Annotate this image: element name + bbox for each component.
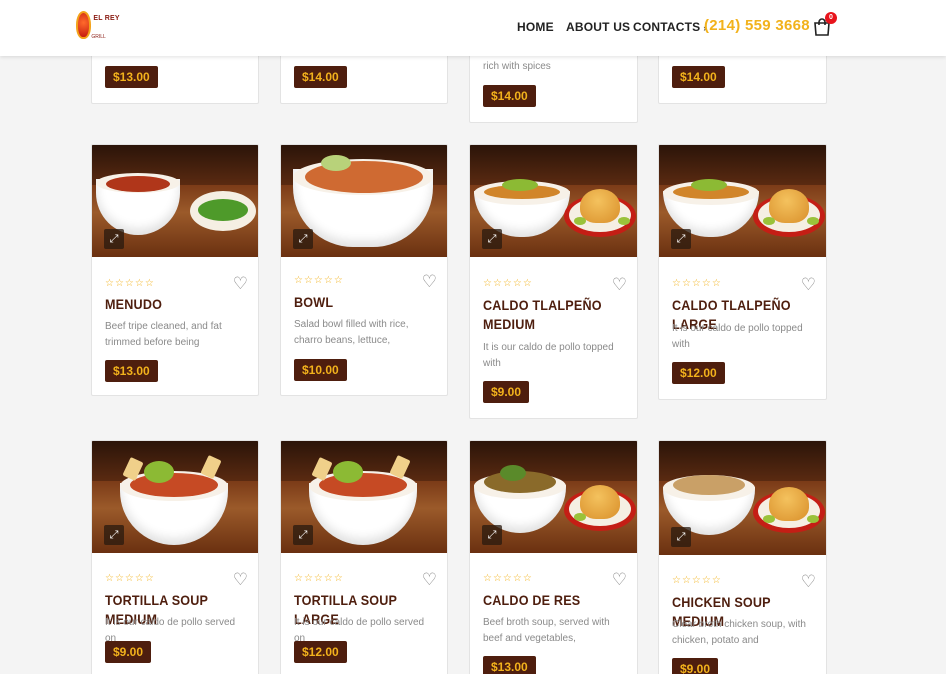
product-image[interactable]: ⤢ <box>92 441 258 553</box>
price-badge: $10.00 <box>294 359 347 381</box>
logo[interactable]: EL REY GRILL <box>76 10 136 40</box>
expand-icon[interactable]: ⤢ <box>671 527 691 547</box>
product-image[interactable]: ⤢ <box>470 145 637 257</box>
price-badge: $9.00 <box>105 641 152 663</box>
product-card-chicken-soup-medium[interactable]: ⤢ ☆☆☆☆☆ ♡ CHICKEN SOUP MEDIUM Clear brot… <box>658 440 827 674</box>
phone-number[interactable]: (214) 559 3668 <box>704 17 810 34</box>
rating-stars: ☆☆☆☆☆ <box>294 275 344 286</box>
expand-icon[interactable]: ⤢ <box>482 229 502 249</box>
nav-contacts[interactable]: CONTACTS › <box>633 20 707 34</box>
product-card-tortilla-soup-medium[interactable]: ⤢ ☆☆☆☆☆ ♡ TORTILLA SOUP MEDIUM It is our… <box>91 440 259 674</box>
heart-icon[interactable]: ♡ <box>422 273 437 290</box>
product-card-caldo-tlalpeno-medium[interactable]: ⤢ ☆☆☆☆☆ ♡ CALDO TLALPEÑO MEDIUM It is ou… <box>469 144 638 419</box>
rating-stars: ☆☆☆☆☆ <box>672 575 722 586</box>
product-description: Beef tripe cleaned, and fat trimmed befo… <box>105 321 222 348</box>
nav-home[interactable]: HOME <box>517 20 554 34</box>
product-description: Clear broth chicken soup, with chicken, … <box>672 619 806 646</box>
logo-heart-icon <box>76 11 92 39</box>
product-title[interactable]: MENUDO <box>105 295 232 314</box>
price-badge: $12.00 <box>672 362 725 384</box>
price-badge: $9.00 <box>483 381 530 403</box>
product-image[interactable]: ⤢ <box>92 145 258 257</box>
product-card-bowl[interactable]: ⤢ ☆☆☆☆☆ ♡ BOWL Salad bowl filled with ri… <box>280 144 448 396</box>
product-card-caldo-de-res[interactable]: ⤢ ☆☆☆☆☆ ♡ CALDO DE RES Beef broth soup, … <box>469 440 638 674</box>
expand-icon[interactable]: ⤢ <box>293 525 313 545</box>
product-card-menudo[interactable]: ⤢ ☆☆☆☆☆ ♡ MENUDO Beef tripe cleaned, and… <box>91 144 259 396</box>
product-image[interactable]: ⤢ <box>470 441 637 553</box>
product-description: rich with spices <box>483 61 551 72</box>
price-badge: $13.00 <box>105 360 158 382</box>
heart-icon[interactable]: ♡ <box>612 571 627 588</box>
expand-icon[interactable]: ⤢ <box>482 525 502 545</box>
product-description: It is our caldo de pollo topped with <box>483 342 614 369</box>
product-description: Salad bowl filled with rice, charro bean… <box>294 319 409 346</box>
price-badge: $9.00 <box>672 658 719 674</box>
expand-icon[interactable]: ⤢ <box>104 525 124 545</box>
nav-contacts-label: CONTACTS <box>633 20 701 34</box>
rating-stars: ☆☆☆☆☆ <box>672 278 722 289</box>
product-card-tortilla-soup-large[interactable]: ⤢ ☆☆☆☆☆ ♡ TORTILLA SOUP LARGE It is our … <box>280 440 448 674</box>
expand-icon[interactable]: ⤢ <box>104 229 124 249</box>
logo-text: EL REY <box>93 15 120 22</box>
rating-stars: ☆☆☆☆☆ <box>483 573 533 584</box>
product-image[interactable]: ⤢ <box>281 145 447 257</box>
price-badge: $14.00 <box>672 66 725 88</box>
logo-subtext: GRILL <box>91 34 106 40</box>
expand-icon[interactable]: ⤢ <box>671 229 691 249</box>
product-description: It is our caldo de pollo topped with <box>672 323 803 350</box>
heart-icon[interactable]: ♡ <box>422 571 437 588</box>
heart-icon[interactable]: ♡ <box>612 276 627 293</box>
site-header: EL REY GRILL HOME ABOUT US CONTACTS › (21… <box>0 0 946 56</box>
heart-icon[interactable]: ♡ <box>801 276 816 293</box>
heart-icon[interactable]: ♡ <box>233 571 248 588</box>
product-image[interactable]: ⤢ <box>281 441 447 553</box>
product-title[interactable]: CALDO TLALPEÑO MEDIUM <box>483 296 611 334</box>
product-description: Beef broth soup, served with beef and ve… <box>483 617 610 644</box>
price-badge: $14.00 <box>483 85 536 107</box>
product-card-caldo-tlalpeno-large[interactable]: ⤢ ☆☆☆☆☆ ♡ CALDO TLALPEÑO LARGE It is our… <box>658 144 827 400</box>
expand-icon[interactable]: ⤢ <box>293 229 313 249</box>
product-title[interactable]: CALDO DE RES <box>483 591 611 610</box>
price-badge: $12.00 <box>294 641 347 663</box>
rating-stars: ☆☆☆☆☆ <box>294 573 344 584</box>
price-badge: $13.00 <box>483 656 536 674</box>
product-image[interactable]: ⤢ <box>659 145 826 257</box>
cart-count-badge: 0 <box>825 12 837 24</box>
rating-stars: ☆☆☆☆☆ <box>105 573 155 584</box>
product-title[interactable]: BOWL <box>294 293 421 312</box>
rating-stars: ☆☆☆☆☆ <box>483 278 533 289</box>
heart-icon[interactable]: ♡ <box>801 573 816 590</box>
price-badge: $13.00 <box>105 66 158 88</box>
rating-stars: ☆☆☆☆☆ <box>105 278 155 289</box>
product-image[interactable]: ⤢ <box>659 441 826 555</box>
price-badge: $14.00 <box>294 66 347 88</box>
heart-icon[interactable]: ♡ <box>233 275 248 292</box>
nav-about-us[interactable]: ABOUT US <box>566 20 630 34</box>
